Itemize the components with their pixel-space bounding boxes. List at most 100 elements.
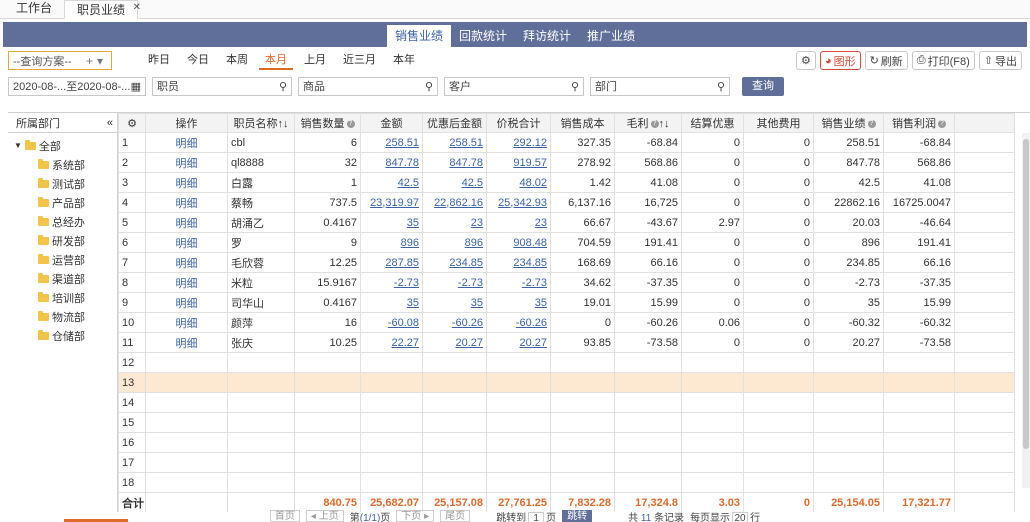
plus-icon[interactable]: + [86, 54, 97, 68]
table-row[interactable]: 12 [118, 352, 1015, 373]
amt-link[interactable]: 35 [407, 297, 419, 309]
tax-link[interactable]: 35 [535, 297, 547, 309]
refresh-button[interactable]: ↻ 刷新 [864, 51, 908, 70]
disc-link[interactable]: 258.51 [449, 137, 483, 149]
search-icon[interactable]: ⚲ [425, 80, 433, 93]
amt-link[interactable]: 22.27 [391, 337, 419, 349]
amt-link[interactable]: 23,319.97 [370, 197, 419, 209]
help-icon[interactable]: ? [867, 120, 876, 129]
tax-link[interactable]: 48.02 [519, 177, 547, 189]
amt-link[interactable]: -2.73 [394, 277, 419, 289]
tax-link[interactable]: 234.85 [513, 257, 547, 269]
amt-link[interactable]: 896 [401, 237, 419, 249]
caret-down-icon[interactable]: ▼ [14, 141, 22, 150]
table-row[interactable]: 1 明细 cbl 6 258.51 258.51 292.12 327.35 -68.84 0 0 2… [118, 132, 1015, 153]
calendar-icon[interactable]: ▦ [131, 80, 141, 93]
tree-node-dept[interactable]: 系统部 [8, 155, 117, 174]
vertical-scrollbar[interactable] [1022, 133, 1030, 488]
col-header-employee[interactable]: 职员名称↑↓ [227, 113, 295, 133]
tree-node-dept[interactable]: 产品部 [8, 193, 117, 212]
table-row[interactable]: 7 明细 毛欣蓉 12.25 287.85 234.85 234.85 168.69 66.16… [118, 252, 1015, 273]
table-row[interactable]: 11 明细 张庆 10.25 22.27 20.27 20.27 93.85 -73.58 0 0 2… [118, 332, 1015, 353]
detail-link[interactable]: 明细 [145, 152, 228, 173]
jump-button[interactable]: 跳转 [562, 510, 593, 522]
detail-link[interactable]: 明细 [145, 272, 228, 293]
collapse-icon[interactable]: « [107, 117, 113, 129]
disc-link[interactable]: -2.73 [458, 277, 483, 289]
amt-link[interactable]: -60.08 [388, 317, 419, 329]
search-icon[interactable]: ⚲ [571, 80, 579, 93]
tab-visit-stats[interactable]: 拜访统计 [515, 25, 579, 47]
detail-link[interactable]: 明细 [145, 132, 228, 153]
detail-link[interactable]: 明细 [145, 252, 228, 273]
date-tab-last-three-months[interactable]: 近三月 [337, 51, 382, 70]
prev-page-button[interactable]: ◂ 上页 [305, 510, 344, 522]
tax-link[interactable]: -2.73 [522, 277, 547, 289]
tab-sales-performance[interactable]: 销售业绩 [386, 25, 451, 47]
column-settings[interactable]: ⚙ [118, 113, 146, 133]
tab-payment-stats[interactable]: 回款统计 [451, 25, 515, 47]
date-tab-this-month[interactable]: 本月 [259, 51, 293, 70]
amt-link[interactable]: 847.78 [385, 157, 419, 169]
detail-link[interactable]: 明细 [145, 172, 228, 193]
date-tab-today[interactable]: 今日 [181, 51, 215, 70]
table-row[interactable]: 14 [118, 392, 1015, 413]
table-row[interactable]: 6 明细罗 9 896 896 908.48 704.59 191.41 0 0 896 191.41 [118, 232, 1015, 253]
next-page-button[interactable]: 下页 ▸ [396, 510, 435, 522]
detail-link[interactable]: 明细 [145, 332, 228, 353]
disc-link[interactable]: 234.85 [449, 257, 483, 269]
detail-link[interactable]: 明细 [145, 212, 228, 233]
search-icon[interactable]: ⚲ [279, 80, 287, 93]
amt-link[interactable]: 42.5 [398, 177, 419, 189]
tree-node-dept[interactable]: 仓储部 [8, 326, 117, 345]
jump-page-input[interactable]: 1 [528, 511, 545, 522]
detail-link[interactable]: 明细 [145, 192, 228, 213]
date-tab-yesterday[interactable]: 昨日 [142, 51, 176, 70]
disc-link[interactable]: 847.78 [449, 157, 483, 169]
table-row[interactable]: 17 [118, 452, 1015, 473]
chart-button[interactable]: ◕ 图形 [819, 51, 861, 70]
table-row[interactable]: 4 明细 蔡畅 737.5 23,319.97 22,862.16 25,342.93 6,1… [118, 192, 1015, 213]
tax-link[interactable]: 292.12 [513, 137, 547, 149]
detail-link[interactable]: 明细 [145, 232, 228, 253]
tree-node-dept[interactable]: 研发部 [8, 231, 117, 250]
disc-link[interactable]: 20.27 [455, 337, 483, 349]
disc-link[interactable]: 23 [471, 217, 483, 229]
customer-filter[interactable]: 客户 ⚲ [444, 76, 584, 96]
amt-link[interactable]: 258.51 [385, 137, 419, 149]
date-tab-last-month[interactable]: 上月 [298, 51, 332, 70]
tab-promotion-performance[interactable]: 推广业绩 [579, 25, 643, 47]
date-range-input[interactable]: 2020-08-...至2020-08-... ▦ [8, 76, 146, 96]
export-button[interactable]: ⇧ 导出 [978, 51, 1022, 70]
tax-link[interactable]: 23 [535, 217, 547, 229]
table-row[interactable]: 9 明细 司华山 0.4167 35 35 35 19.01 15.99 0 0 35 15.99 [118, 292, 1015, 313]
disc-link[interactable]: 896 [465, 237, 483, 249]
per-page-select[interactable]: 20 [732, 511, 749, 522]
tree-node-dept[interactable]: 渠道部 [8, 269, 117, 288]
settings-button[interactable]: ⚙ [796, 51, 816, 70]
disc-link[interactable]: 42.5 [462, 177, 483, 189]
tax-link[interactable]: -60.26 [516, 317, 547, 329]
search-icon[interactable]: ⚲ [717, 80, 725, 93]
amt-link[interactable]: 287.85 [385, 257, 419, 269]
scrollbar-thumb[interactable] [1023, 139, 1029, 449]
tax-link[interactable]: 908.48 [513, 237, 547, 249]
tab-workbench[interactable]: 工作台 [4, 0, 64, 18]
table-row[interactable]: 15 [118, 412, 1015, 433]
table-row[interactable]: 5 明细 胡涌乙 0.4167 35 23 23 66.67 -43.67 2.97 0 20.03-… [118, 212, 1015, 233]
table-row[interactable]: 13 [118, 372, 1015, 393]
help-icon[interactable]: ? [346, 120, 355, 129]
tree-node-root[interactable]: ▼ 全部 [8, 136, 117, 155]
help-icon[interactable]: ? [938, 120, 946, 129]
table-row[interactable]: 16 [118, 432, 1015, 453]
print-button[interactable]: ⎙ 打印(F8) [911, 51, 975, 70]
disc-link[interactable]: 35 [471, 297, 483, 309]
sort-icon[interactable]: ↑↓ [278, 118, 289, 130]
tax-link[interactable]: 25,342.93 [498, 197, 547, 209]
tree-node-dept[interactable]: 运营部 [8, 250, 117, 269]
table-row[interactable]: 3 明细 白露 1 42.5 42.5 48.02 1.42 41.08 0 0 42.5 41.08 [118, 172, 1015, 193]
help-icon[interactable]: ? [650, 120, 659, 129]
tab-employee-performance[interactable]: 职员业绩 ✕ [64, 0, 141, 19]
detail-link[interactable]: 明细 [145, 312, 228, 333]
tree-node-dept[interactable]: 测试部 [8, 174, 117, 193]
